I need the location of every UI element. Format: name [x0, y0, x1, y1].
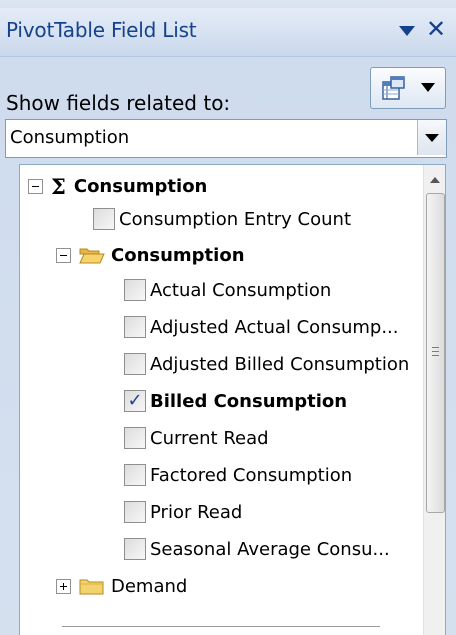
field-label: Actual Consumption: [150, 279, 332, 301]
combobox-value: Consumption: [10, 127, 130, 148]
field-checkbox[interactable]: [124, 538, 146, 560]
pane-options-dropdown-icon[interactable]: [399, 26, 415, 36]
open-folder-icon: [79, 248, 105, 264]
field-label: Billed Consumption: [150, 390, 348, 412]
scrollbar-thumb[interactable]: [426, 193, 445, 513]
scroll-up-icon[interactable]: [430, 177, 440, 183]
field-list-layout-icon: [382, 76, 405, 100]
pane-title-bar: PivotTable Field List ✕: [0, 8, 456, 57]
vertical-scrollbar[interactable]: [423, 165, 445, 635]
field-checkbox[interactable]: [124, 316, 146, 338]
folder-label: Consumption: [111, 244, 245, 266]
field-checkbox[interactable]: [124, 353, 146, 375]
field-item[interactable]: Factored Consumption: [124, 458, 352, 492]
pane-title: PivotTable Field List: [6, 18, 197, 42]
field-item[interactable]: Adjusted Billed Consumption: [124, 347, 409, 381]
pivottable-field-list-pane: PivotTable Field List ✕ Show fields rela…: [0, 0, 456, 635]
close-icon[interactable]: ✕: [426, 15, 446, 43]
expand-icon[interactable]: [56, 578, 71, 594]
combobox-dropdown-button[interactable]: [417, 120, 446, 155]
measure-group-label: Consumption: [73, 175, 208, 197]
field-item[interactable]: Current Read: [124, 421, 269, 455]
show-fields-label: Show fields related to:: [6, 91, 231, 115]
divider: [62, 626, 380, 627]
measure-group-node[interactable]: Σ Consumption: [28, 169, 207, 203]
sigma-icon: Σ: [51, 173, 66, 199]
grip-line: [432, 347, 439, 348]
field-label: Factored Consumption: [150, 464, 353, 486]
field-checkbox[interactable]: [124, 501, 146, 523]
field-checkbox[interactable]: [124, 427, 146, 449]
field-label: Current Read: [150, 427, 269, 449]
collapse-icon[interactable]: [56, 247, 71, 263]
field-item[interactable]: Consumption Entry Count: [93, 202, 351, 236]
related-fields-combobox[interactable]: Consumption: [5, 119, 447, 158]
field-item[interactable]: Adjusted Actual Consump...: [124, 310, 399, 344]
folder-node[interactable]: Consumption: [56, 238, 245, 272]
field-checkbox[interactable]: [124, 279, 146, 301]
grip-line: [432, 351, 439, 352]
folder-label: Demand: [111, 575, 188, 597]
collapse-icon[interactable]: [28, 178, 43, 194]
field-label: Seasonal Average Consu...: [150, 538, 390, 560]
field-label: Adjusted Actual Consump...: [150, 316, 399, 338]
field-label: Prior Read: [150, 501, 243, 523]
field-label: Consumption Entry Count: [119, 208, 352, 230]
field-label: Adjusted Billed Consumption: [150, 353, 410, 375]
field-checkbox[interactable]: [93, 208, 115, 230]
checkmark-icon[interactable]: ✓: [124, 390, 146, 412]
field-checkbox[interactable]: [124, 464, 146, 486]
folder-node[interactable]: Demand: [56, 569, 187, 603]
chevron-down-icon: [421, 83, 435, 92]
field-item[interactable]: Seasonal Average Consu...: [124, 532, 390, 566]
field-item[interactable]: Actual Consumption: [124, 273, 331, 307]
grip-line: [432, 355, 439, 356]
closed-folder-icon: [79, 579, 104, 595]
field-item[interactable]: Prior Read: [124, 495, 242, 529]
field-list-layout-button[interactable]: [370, 67, 446, 109]
field-tree: Σ Consumption Consumption Entry Count Co…: [19, 164, 446, 635]
field-item[interactable]: ✓ Billed Consumption: [124, 384, 347, 418]
